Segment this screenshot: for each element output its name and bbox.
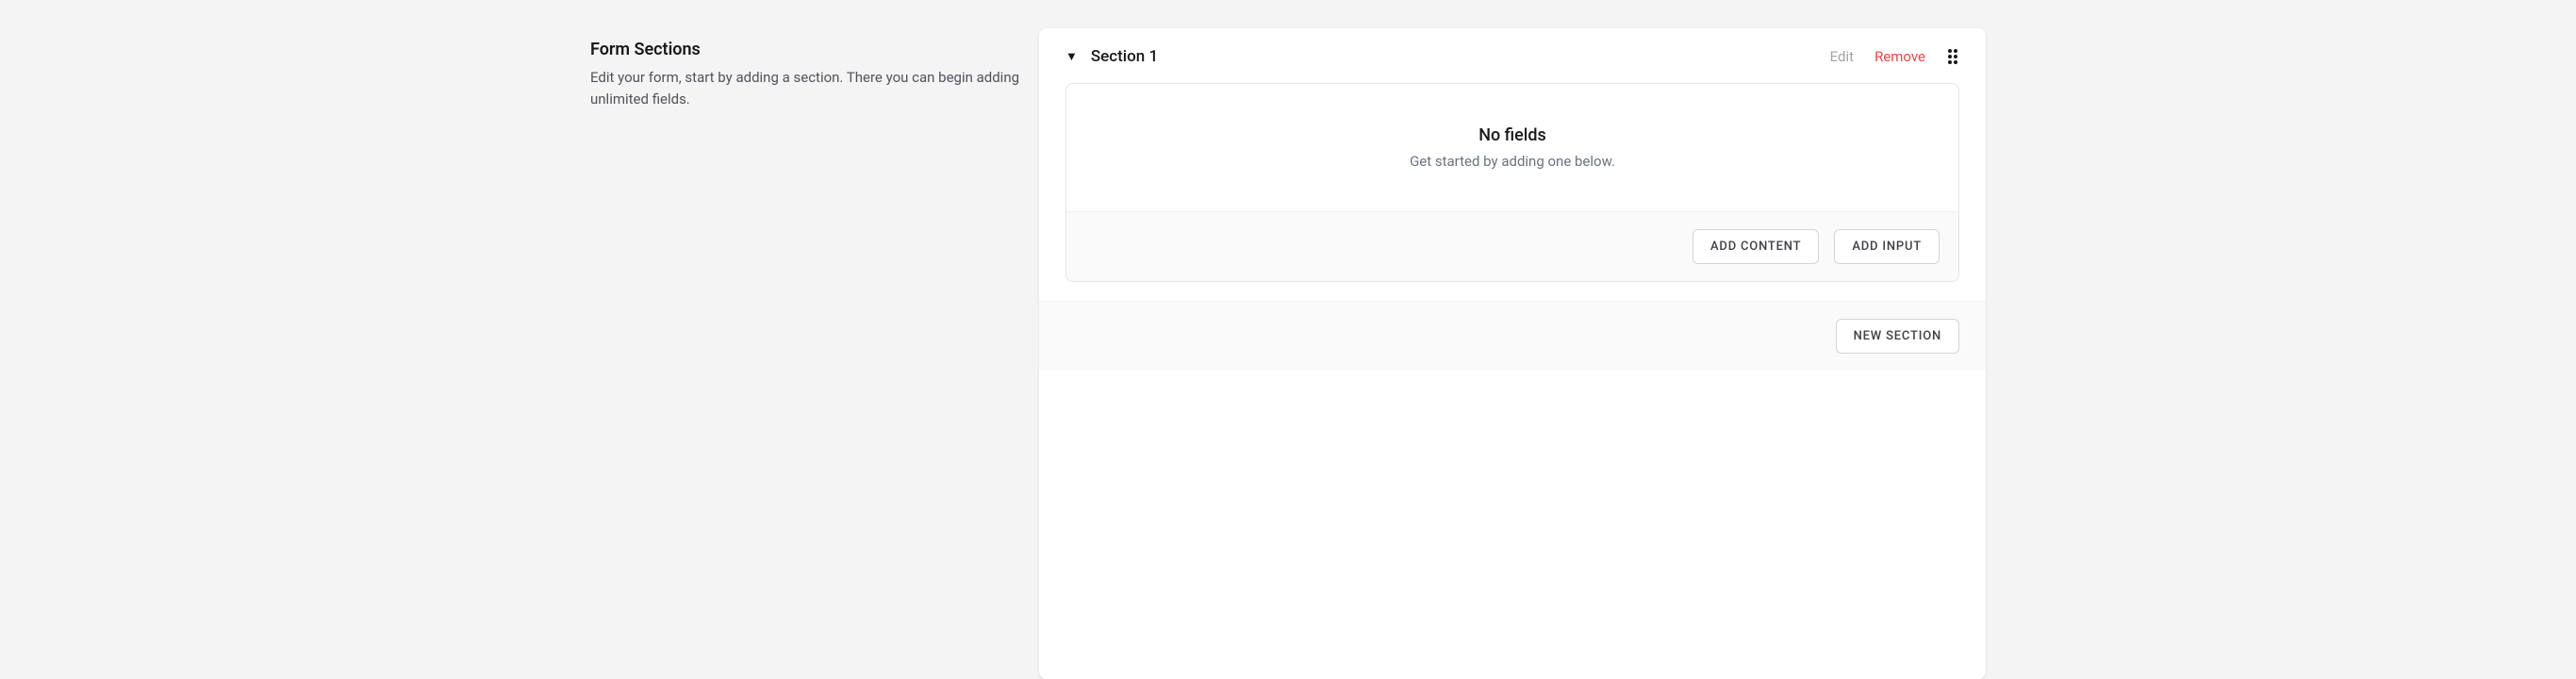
remove-section-link[interactable]: Remove bbox=[1874, 48, 1925, 65]
sidebar-description: Edit your form, start by adding a sectio… bbox=[590, 67, 1024, 111]
form-sections-panel: ▼ Section 1 Edit Remove No fields Get st… bbox=[1039, 28, 1986, 679]
section-title: Section 1 bbox=[1091, 47, 1817, 66]
empty-state-title: No fields bbox=[1085, 125, 1940, 145]
drag-handle-icon[interactable] bbox=[1946, 47, 1959, 66]
section-actions: Edit Remove bbox=[1830, 47, 1959, 66]
add-content-button[interactable]: ADD CONTENT bbox=[1693, 229, 1819, 264]
fields-footer: ADD CONTENT ADD INPUT bbox=[1066, 211, 1958, 281]
sidebar: Form Sections Edit your form, start by a… bbox=[590, 28, 1024, 679]
empty-state-subtitle: Get started by adding one below. bbox=[1085, 153, 1940, 170]
sidebar-title: Form Sections bbox=[590, 40, 1024, 59]
collapse-toggle-icon[interactable]: ▼ bbox=[1065, 49, 1078, 64]
section-header: ▼ Section 1 Edit Remove bbox=[1039, 28, 1986, 83]
panel-footer: NEW SECTION bbox=[1039, 301, 1986, 371]
fields-container: No fields Get started by adding one belo… bbox=[1065, 83, 1959, 282]
add-input-button[interactable]: ADD INPUT bbox=[1834, 229, 1940, 264]
edit-section-link[interactable]: Edit bbox=[1830, 48, 1854, 65]
empty-state: No fields Get started by adding one belo… bbox=[1066, 84, 1958, 211]
new-section-button[interactable]: NEW SECTION bbox=[1836, 319, 1959, 354]
